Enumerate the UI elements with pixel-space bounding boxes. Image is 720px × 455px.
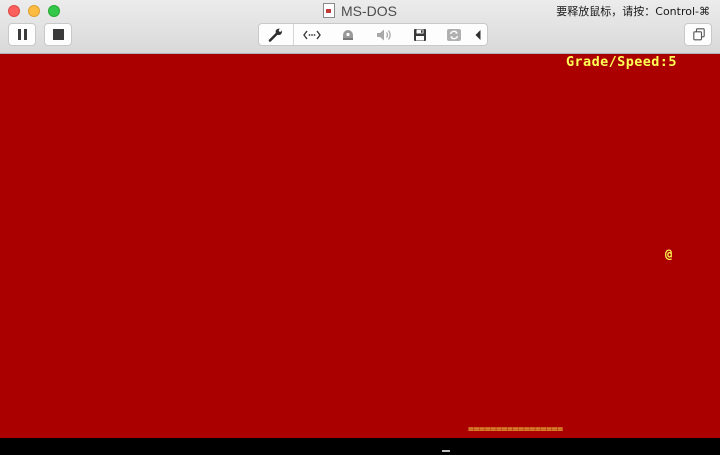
network-icon [303,30,321,39]
hard-disk-icon [343,29,353,40]
collapse-toolbar-button[interactable] [469,24,487,45]
hard-disk-button[interactable] [331,24,365,45]
window-title: MS-DOS [341,3,397,19]
vm-document-icon [323,3,335,18]
network-button[interactable] [295,24,329,45]
wrench-icon [268,28,282,42]
windows-icon [693,28,705,41]
sync-icon [447,28,461,41]
settings-button[interactable] [259,24,294,45]
pause-icon [18,29,27,40]
floppy-icon [414,28,426,41]
stop-icon [53,29,64,40]
screen-bottom-strip [0,438,720,455]
stop-button[interactable] [44,23,72,46]
chevron-left-icon [475,29,481,40]
paddle-bar: ================= [468,424,563,435]
title-bar: MS-DOS 要释放鼠标，请按：Control-⌘ [0,0,720,54]
dos-screen[interactable]: Grade/Speed:5 @ ================= [0,54,720,438]
text-cursor [442,450,450,452]
windows-button[interactable] [684,23,712,46]
mouse-release-hint: 要释放鼠标，请按：Control-⌘ [556,5,710,18]
floppy-button[interactable] [403,24,437,45]
shared-folder-button[interactable] [437,24,471,45]
vm-window: MS-DOS 要释放鼠标，请按：Control-⌘ Grade/Speed:5 … [0,0,720,455]
grade-speed-label: Grade/Speed:5 [566,54,677,70]
pause-button[interactable] [8,23,36,46]
device-toolbar [258,23,488,46]
sound-button[interactable] [367,24,401,45]
food-glyph: @ [665,247,673,261]
speaker-icon [377,29,391,40]
